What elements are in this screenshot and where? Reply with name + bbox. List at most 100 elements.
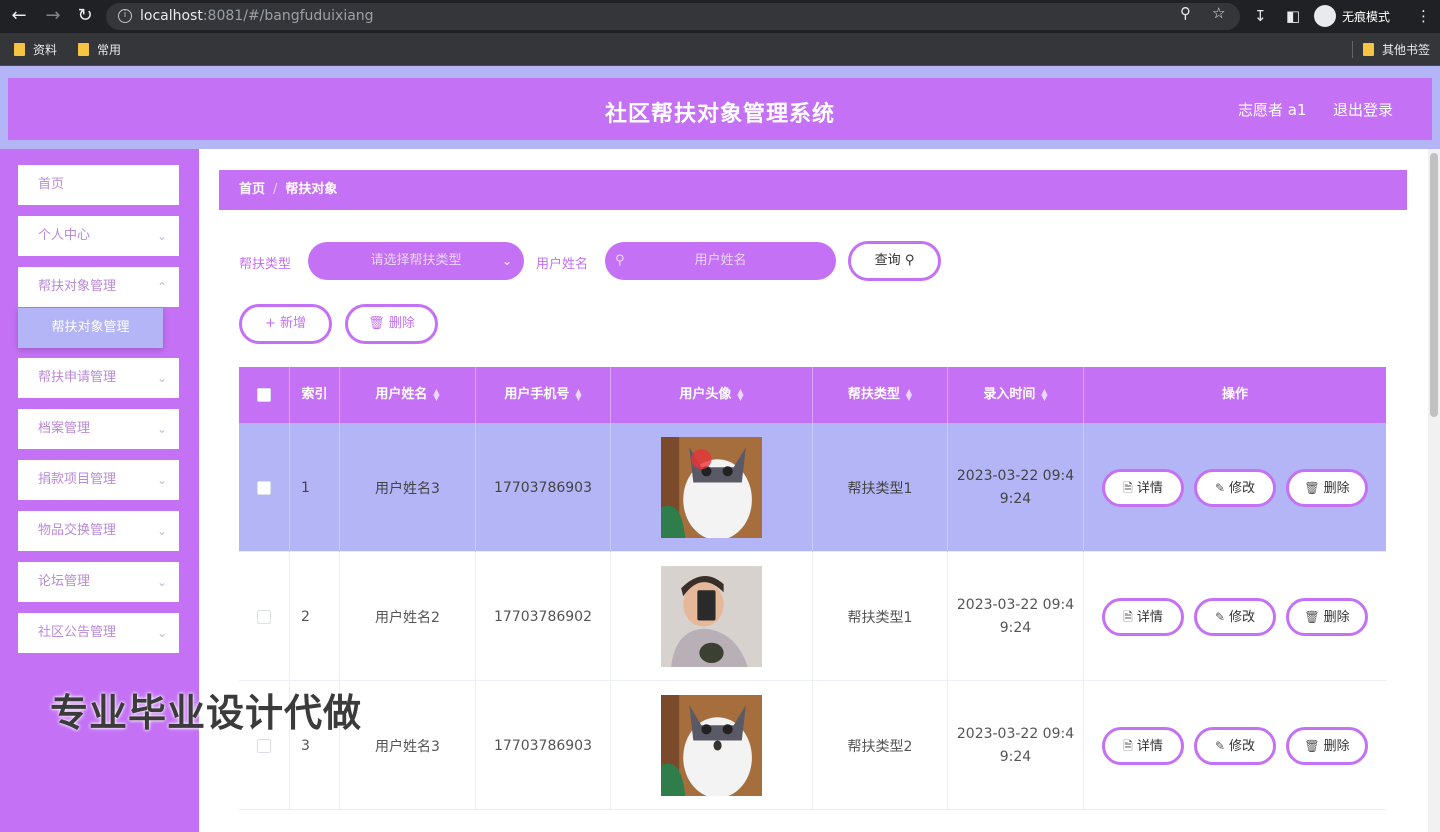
add-button-label: 新增 [280, 316, 307, 331]
chevron-down-icon: ⌄ [156, 626, 167, 640]
column-header-label: 用户姓名 [375, 387, 428, 402]
column-header-time[interactable]: 录入时间 ▲ ▼ [948, 367, 1084, 423]
table-row[interactable]: 3 用户姓名3 17703786903 帮扶类型2 2023-03-22 09:… [239, 681, 1386, 810]
table-row[interactable]: 1 用户姓名3 17703786903 帮扶类型1 2023-03-22 09:… [239, 423, 1386, 552]
sidebar-item-aid-applications[interactable]: 帮扶申请管理 ⌄ [18, 358, 179, 398]
breadcrumb-home[interactable]: 首页 [239, 182, 265, 197]
back-arrow-icon[interactable]: ← [8, 5, 30, 27]
trash-icon: 🗑 [1304, 738, 1320, 753]
sidebar-item-aid-recipients[interactable]: 帮扶对象管理 ⌃ [18, 267, 179, 307]
star-icon[interactable]: ☆ [1212, 3, 1225, 23]
select-all-checkbox[interactable] [257, 388, 271, 402]
scrollbar-thumb[interactable] [1430, 153, 1438, 417]
sidebar-subitem-aid-recipients[interactable]: 帮扶对象管理 [18, 308, 163, 348]
edit-button[interactable]: ✎ 修改 [1194, 726, 1276, 765]
reload-icon[interactable]: ↻ [74, 5, 96, 27]
side-panel-icon[interactable]: ◧ [1286, 6, 1300, 26]
row-checkbox-cell [239, 552, 290, 681]
sidebar-item-archives[interactable]: 档案管理 ⌄ [18, 409, 179, 449]
sort-icon[interactable]: ▲ ▼ [737, 387, 743, 401]
user-name-input[interactable]: ⚲ 用户姓名 [605, 242, 836, 280]
avatar-person-image[interactable] [661, 566, 762, 667]
row-delete-button[interactable]: 🗑 删除 [1286, 726, 1368, 765]
column-header-name[interactable]: 用户姓名 ▲ ▼ [340, 367, 476, 423]
detail-label: 详情 [1136, 738, 1163, 754]
add-button[interactable]: + 新增 [239, 304, 332, 344]
column-header-label: 用户手机号 [504, 387, 570, 402]
logout-link[interactable]: 退出登录 [1333, 99, 1393, 120]
sidebar-item-profile[interactable]: 个人中心 ⌄ [18, 216, 179, 256]
chevron-down-icon: ⌄ [156, 575, 167, 589]
bookmark-folder[interactable]: 常用 [78, 41, 121, 58]
row-checkbox[interactable] [257, 480, 271, 495]
page-scrollbar[interactable] [1428, 149, 1440, 832]
address-bar[interactable]: i localhost:8081/#/bangfuduixiang ⚲ ☆ [106, 3, 1240, 30]
query-button[interactable]: 查询 ⚲ [848, 241, 941, 281]
select-all-cell [239, 367, 290, 423]
column-header-phone[interactable]: 用户手机号 ▲ ▼ [476, 367, 611, 423]
bookmark-folder[interactable]: 资料 [14, 41, 57, 58]
chevron-down-icon: ⌄ [156, 524, 167, 538]
row-delete-button[interactable]: 🗑 删除 [1286, 468, 1368, 507]
detail-button[interactable]: 🗎 详情 [1102, 468, 1184, 507]
cell-avatar [611, 681, 813, 810]
pencil-icon: ✎ [1214, 480, 1226, 495]
cell-actions: 🗎 详情 ✎ 修改 🗑 删除 [1084, 552, 1386, 681]
folder-icon [78, 43, 89, 56]
breadcrumb-separator: / [273, 182, 278, 197]
delete-button[interactable]: 🗑 删除 [345, 304, 438, 344]
row-checkbox-cell [239, 423, 290, 552]
search-icon: ⚲ [615, 253, 625, 268]
sort-icon[interactable]: ▲ ▼ [906, 387, 912, 401]
cell-name: 用户姓名2 [340, 552, 476, 681]
row-delete-button[interactable]: 🗑 删除 [1286, 597, 1368, 636]
sidebar-item-item-exchange[interactable]: 物品交换管理 ⌄ [18, 511, 179, 551]
sidebar-item-donations[interactable]: 捐款项目管理 ⌄ [18, 460, 179, 500]
sidebar-item-label: 物品交换管理 [38, 523, 117, 538]
forward-arrow-icon[interactable]: → [42, 5, 64, 27]
table-row[interactable]: 2 用户姓名2 17703786902 帮扶类型1 2023-03-22 09:… [239, 552, 1386, 681]
delete-button-label: 删除 [388, 316, 415, 331]
cell-phone: 17703786902 [476, 552, 611, 681]
delete-label: 删除 [1323, 480, 1350, 496]
avatar-cat-image[interactable] [661, 437, 762, 538]
cell-time: 2023-03-22 09:4 9:24 [948, 552, 1084, 681]
aid-type-select[interactable]: 请选择帮扶类型 ⌄ [308, 242, 524, 280]
sidebar-item-label: 论坛管理 [38, 574, 91, 589]
site-info-icon[interactable]: i [118, 9, 132, 23]
site-title: 社区帮扶对象管理系统 [604, 102, 835, 127]
bookmark-label: 常用 [97, 43, 122, 57]
row-checkbox[interactable] [257, 738, 271, 753]
more-menu-icon[interactable]: ⋮ [1416, 6, 1431, 26]
sort-icon[interactable]: ▲ ▼ [575, 387, 581, 401]
search-icon: ⚲ [904, 253, 915, 268]
key-icon[interactable]: ⚲ [1180, 3, 1191, 23]
detail-button[interactable]: 🗎 详情 [1102, 726, 1184, 765]
pencil-icon: ✎ [1214, 609, 1226, 624]
sort-icon[interactable]: ▲ ▼ [433, 387, 439, 401]
detail-label: 详情 [1136, 609, 1163, 625]
download-icon[interactable]: ↧ [1254, 6, 1267, 26]
incognito-indicator[interactable]: 无痕模式 [1314, 5, 1390, 27]
other-bookmarks[interactable]: 其他书签 [1363, 41, 1430, 58]
column-header-label: 录入时间 [983, 387, 1036, 402]
row-checkbox[interactable] [257, 609, 271, 624]
table-header: 索引 用户姓名 ▲ ▼ 用户手机号 ▲ ▼ 用户头像 ▲ ▼ 帮扶类型 ▲ ▼ 录入时间 ▲ ▼ 操… [239, 367, 1386, 423]
user-name-label: 用户姓名 [536, 257, 589, 272]
edit-button[interactable]: ✎ 修改 [1194, 597, 1276, 636]
detail-button[interactable]: 🗎 详情 [1102, 597, 1184, 636]
breadcrumb: 首页 / 帮扶对象 [219, 170, 1407, 210]
sidebar-item-home[interactable]: 首页 [18, 165, 179, 205]
column-header-actions: 操作 [1221, 387, 1248, 402]
sidebar-item-forum[interactable]: 论坛管理 ⌄ [18, 562, 179, 602]
column-header-avatar[interactable]: 用户头像 ▲ ▼ [611, 367, 813, 423]
column-header-label: 帮扶类型 [847, 387, 900, 402]
sidebar-item-announcements[interactable]: 社区公告管理 ⌄ [18, 613, 179, 653]
edit-button[interactable]: ✎ 修改 [1194, 468, 1276, 507]
url-path: :8081/#/bangfuduixiang [202, 8, 374, 24]
column-header-type[interactable]: 帮扶类型 ▲ ▼ [813, 367, 948, 423]
avatar-cat-image[interactable] [661, 695, 762, 796]
sort-icon[interactable]: ▲ ▼ [1041, 387, 1047, 401]
chevron-down-icon: ⌄ [156, 473, 167, 487]
sidebar-item-label: 帮扶申请管理 [38, 370, 117, 385]
